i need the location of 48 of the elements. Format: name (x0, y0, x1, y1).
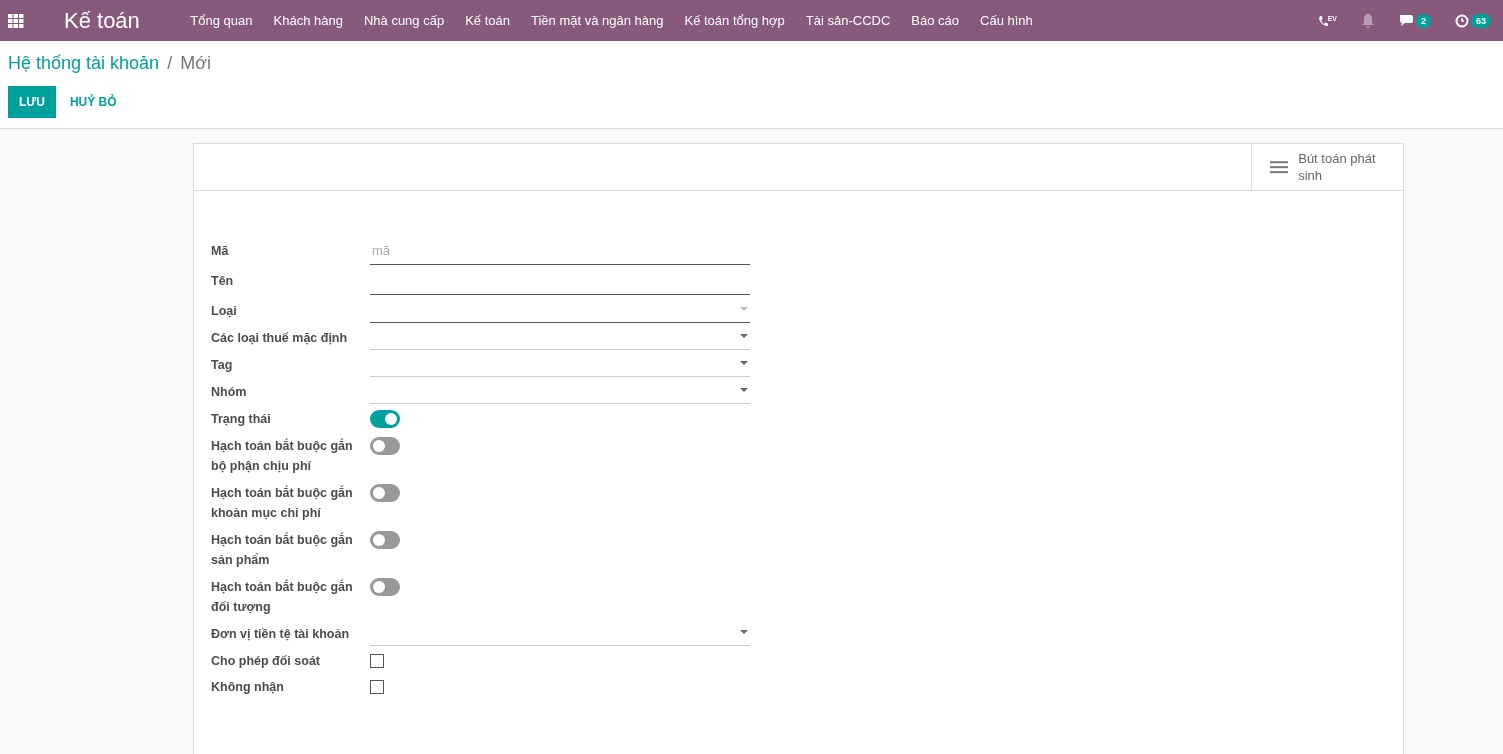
field-label: Không nhận (211, 679, 285, 696)
field-label: Hạch toán bắt buộc gắn khoản mục chi phí (211, 484, 354, 522)
field-label: Tag (211, 357, 234, 374)
field-label: Trạng thái (211, 411, 272, 428)
app-grid-icon[interactable] (8, 13, 24, 28)
menu-item[interactable]: Kế toán (454, 13, 521, 28)
menu-item[interactable]: Tài sản-CCDC (795, 13, 901, 28)
activity-count-badge: 63 (1471, 13, 1491, 28)
caret-icon (740, 388, 748, 393)
list-icon (1270, 159, 1289, 175)
checkbox[interactable] (370, 680, 384, 694)
field-label: Loại (211, 303, 238, 320)
caret-icon (740, 334, 748, 339)
toggle-switch[interactable] (370, 531, 400, 549)
menu-item[interactable]: Báo cáo (900, 13, 970, 28)
message-count-badge: 2 (1415, 13, 1431, 28)
toggle-switch[interactable] (370, 437, 400, 455)
breadcrumb-current: Mới (180, 53, 211, 74)
menu-item[interactable]: Tổng quan (179, 13, 263, 28)
breadcrumb-link[interactable]: Hệ thống tài khoản (8, 53, 160, 74)
menu-item[interactable]: Cấu hình (969, 13, 1044, 28)
bell-icon[interactable] (1360, 13, 1375, 28)
checkbox[interactable] (370, 654, 384, 668)
breadcrumb-separator: / (167, 53, 173, 74)
save-button[interactable]: LƯU (8, 86, 56, 118)
field-label: Nhóm (211, 384, 248, 401)
menu-item[interactable]: Tiền mặt và ngân hàng (520, 13, 674, 28)
menu-item[interactable]: Nhà cung cấp (353, 13, 455, 28)
field-label: Các loại thuế mặc định (211, 330, 349, 347)
field-label: Hạch toán bắt buộc gắn sản phẩm (211, 531, 354, 569)
toggle-switch[interactable] (370, 578, 400, 596)
field-label: Cho phép đối soát (211, 653, 322, 670)
toggle-switch[interactable] (370, 484, 400, 502)
caret-icon (740, 361, 748, 366)
caret-icon (740, 630, 748, 635)
clock-icon[interactable] (1455, 13, 1469, 28)
menu-item[interactable]: Khách hàng (263, 13, 354, 28)
app-title: Kế toán (64, 7, 140, 34)
field-label: Tên (211, 273, 235, 290)
field-label: Đơn vị tiền tệ tài khoản (211, 626, 351, 643)
field-label: Hạch toán bắt buộc gắn đối tượng (211, 578, 354, 616)
chat-icon[interactable] (1398, 14, 1414, 27)
toggle-switch[interactable] (370, 410, 400, 428)
caret-icon (740, 307, 748, 312)
field-label: Hạch toán bắt buộc gắn bộ phận chịu phí (211, 437, 354, 475)
field-label: Mã (211, 243, 230, 260)
menu-item[interactable]: Kế toán tổng hợp (674, 13, 796, 28)
discard-button[interactable]: HUỶ BỎ (61, 86, 125, 118)
